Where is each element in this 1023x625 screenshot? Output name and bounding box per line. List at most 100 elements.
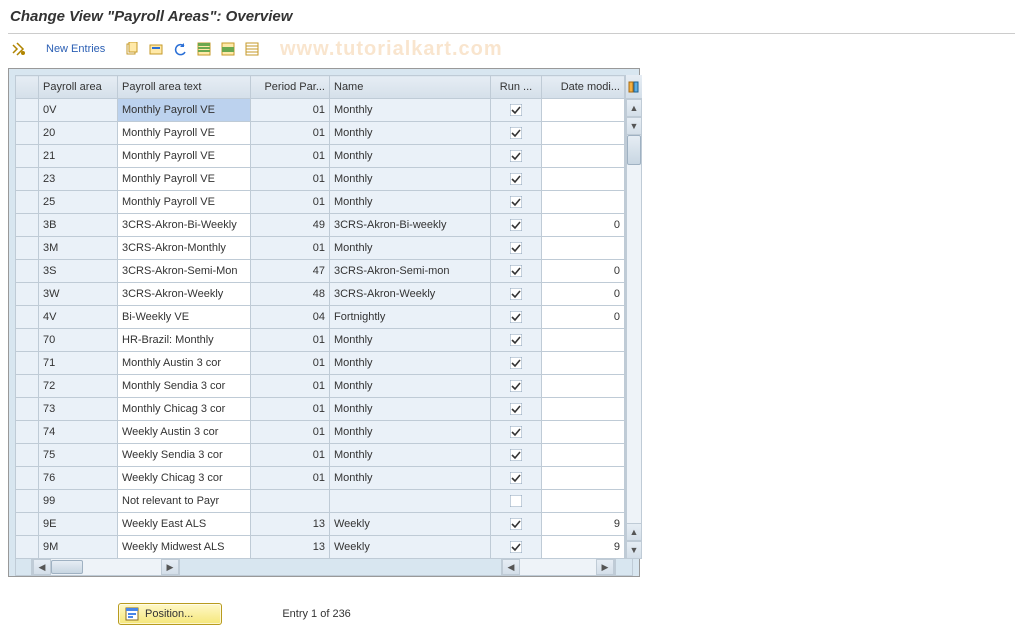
cell-period[interactable]: 01 xyxy=(251,99,330,122)
checkbox-icon[interactable] xyxy=(510,150,522,162)
new-entries-button[interactable]: New Entries xyxy=(46,43,105,55)
cell-period[interactable]: 01 xyxy=(251,237,330,260)
checkbox-icon[interactable] xyxy=(510,311,522,323)
col-header-date[interactable]: Date modi... xyxy=(542,76,625,99)
cell-name[interactable]: Monthly xyxy=(330,398,491,421)
cell-text[interactable]: Monthly Chicag 3 cor xyxy=(118,398,251,421)
cell-name[interactable]: 3CRS-Akron-Bi-weekly xyxy=(330,214,491,237)
configure-columns-icon[interactable] xyxy=(626,75,642,99)
cell-date[interactable] xyxy=(542,329,625,352)
cell-area[interactable]: 3W xyxy=(39,283,118,306)
cell-run[interactable] xyxy=(491,168,542,191)
cell-period[interactable]: 01 xyxy=(251,375,330,398)
delete-icon[interactable] xyxy=(147,40,165,58)
col-header-area[interactable]: Payroll area xyxy=(39,76,118,99)
scroll-up-step-icon[interactable]: ▼ xyxy=(626,117,642,135)
cell-text[interactable]: 3CRS-Akron-Semi-Mon xyxy=(118,260,251,283)
undo-icon[interactable] xyxy=(171,40,189,58)
checkbox-icon[interactable] xyxy=(510,403,522,415)
cell-date[interactable]: 0 xyxy=(542,283,625,306)
checkbox-icon[interactable] xyxy=(510,357,522,369)
cell-text[interactable]: 3CRS-Akron-Bi-Weekly xyxy=(118,214,251,237)
cell-text[interactable]: Bi-Weekly VE xyxy=(118,306,251,329)
cell-run[interactable] xyxy=(491,283,542,306)
table-row[interactable]: 25Monthly Payroll VE01Monthly xyxy=(16,191,625,214)
checkbox-icon[interactable] xyxy=(510,104,522,116)
select-all-icon[interactable] xyxy=(195,40,213,58)
row-selector[interactable] xyxy=(16,214,39,237)
row-selector[interactable] xyxy=(16,283,39,306)
cell-name[interactable]: Monthly xyxy=(330,145,491,168)
cell-date[interactable] xyxy=(542,145,625,168)
row-selector[interactable] xyxy=(16,191,39,214)
hscroll-right-left-btn[interactable]: ◀ xyxy=(502,559,520,575)
table-row[interactable]: 20Monthly Payroll VE01Monthly xyxy=(16,122,625,145)
checkbox-icon[interactable] xyxy=(510,334,522,346)
table-row[interactable]: 76Weekly Chicag 3 cor01Monthly xyxy=(16,467,625,490)
col-header-period[interactable]: Period Par... xyxy=(251,76,330,99)
row-selector[interactable] xyxy=(16,99,39,122)
deselect-all-icon[interactable] xyxy=(243,40,261,58)
cell-date[interactable] xyxy=(542,237,625,260)
cell-area[interactable]: 74 xyxy=(39,421,118,444)
checkbox-icon[interactable] xyxy=(510,541,522,553)
cell-date[interactable] xyxy=(542,398,625,421)
hscroll-left[interactable]: ◀ ▶ xyxy=(32,559,180,576)
hscroll-left-right-btn[interactable]: ▶ xyxy=(161,559,179,575)
row-selector[interactable] xyxy=(16,398,39,421)
cell-date[interactable]: 9 xyxy=(542,513,625,536)
checkbox-icon[interactable] xyxy=(510,242,522,254)
cell-run[interactable] xyxy=(491,467,542,490)
hscroll-left-thumb[interactable] xyxy=(51,560,83,574)
cell-name[interactable]: Monthly xyxy=(330,168,491,191)
cell-text[interactable]: HR-Brazil: Monthly xyxy=(118,329,251,352)
row-selector[interactable] xyxy=(16,513,39,536)
cell-name[interactable]: Monthly xyxy=(330,352,491,375)
cell-run[interactable] xyxy=(491,375,542,398)
hscroll-left-btn[interactable]: ◀ xyxy=(33,559,51,575)
cell-period[interactable]: 01 xyxy=(251,122,330,145)
cell-area[interactable]: 9M xyxy=(39,536,118,559)
table-row[interactable]: 75Weekly Sendia 3 cor01Monthly xyxy=(16,444,625,467)
hscroll-right[interactable]: ◀ ▶ xyxy=(501,559,615,576)
position-button[interactable]: Position... xyxy=(118,603,222,625)
cell-name[interactable]: Monthly xyxy=(330,421,491,444)
row-selector[interactable] xyxy=(16,329,39,352)
cell-text[interactable]: Monthly Payroll VE xyxy=(118,168,251,191)
cell-name[interactable]: Fortnightly xyxy=(330,306,491,329)
hscroll-right-btn[interactable]: ▶ xyxy=(596,559,614,575)
checkbox-icon[interactable] xyxy=(510,173,522,185)
checkbox-icon[interactable] xyxy=(510,426,522,438)
cell-date[interactable] xyxy=(542,122,625,145)
cell-text[interactable]: Weekly Austin 3 cor xyxy=(118,421,251,444)
cell-run[interactable] xyxy=(491,513,542,536)
row-selector[interactable] xyxy=(16,306,39,329)
cell-text[interactable]: 3CRS-Akron-Monthly xyxy=(118,237,251,260)
scroll-track[interactable] xyxy=(626,135,642,523)
cell-run[interactable] xyxy=(491,214,542,237)
table-row[interactable]: 3W3CRS-Akron-Weekly483CRS-Akron-Weekly0 xyxy=(16,283,625,306)
table-row[interactable]: 73Monthly Chicag 3 cor01Monthly xyxy=(16,398,625,421)
row-selector[interactable] xyxy=(16,145,39,168)
cell-period[interactable]: 01 xyxy=(251,145,330,168)
cell-area[interactable]: 25 xyxy=(39,191,118,214)
table-row[interactable]: 4VBi-Weekly VE04Fortnightly0 xyxy=(16,306,625,329)
cell-area[interactable]: 99 xyxy=(39,490,118,513)
cell-name[interactable]: Monthly xyxy=(330,122,491,145)
cell-name[interactable]: 3CRS-Akron-Semi-mon xyxy=(330,260,491,283)
cell-area[interactable]: 0V xyxy=(39,99,118,122)
cell-period[interactable]: 01 xyxy=(251,191,330,214)
cell-name[interactable]: Monthly xyxy=(330,375,491,398)
checkbox-icon[interactable] xyxy=(510,518,522,530)
table-row[interactable]: 74Weekly Austin 3 cor01Monthly xyxy=(16,421,625,444)
cell-name[interactable]: Weekly xyxy=(330,536,491,559)
checkbox-icon[interactable] xyxy=(510,196,522,208)
cell-run[interactable] xyxy=(491,122,542,145)
cell-period[interactable]: 47 xyxy=(251,260,330,283)
cell-date[interactable]: 0 xyxy=(542,306,625,329)
cell-date[interactable] xyxy=(542,421,625,444)
cell-period[interactable]: 48 xyxy=(251,283,330,306)
cell-period[interactable]: 01 xyxy=(251,329,330,352)
cell-period[interactable]: 01 xyxy=(251,352,330,375)
row-selector[interactable] xyxy=(16,375,39,398)
